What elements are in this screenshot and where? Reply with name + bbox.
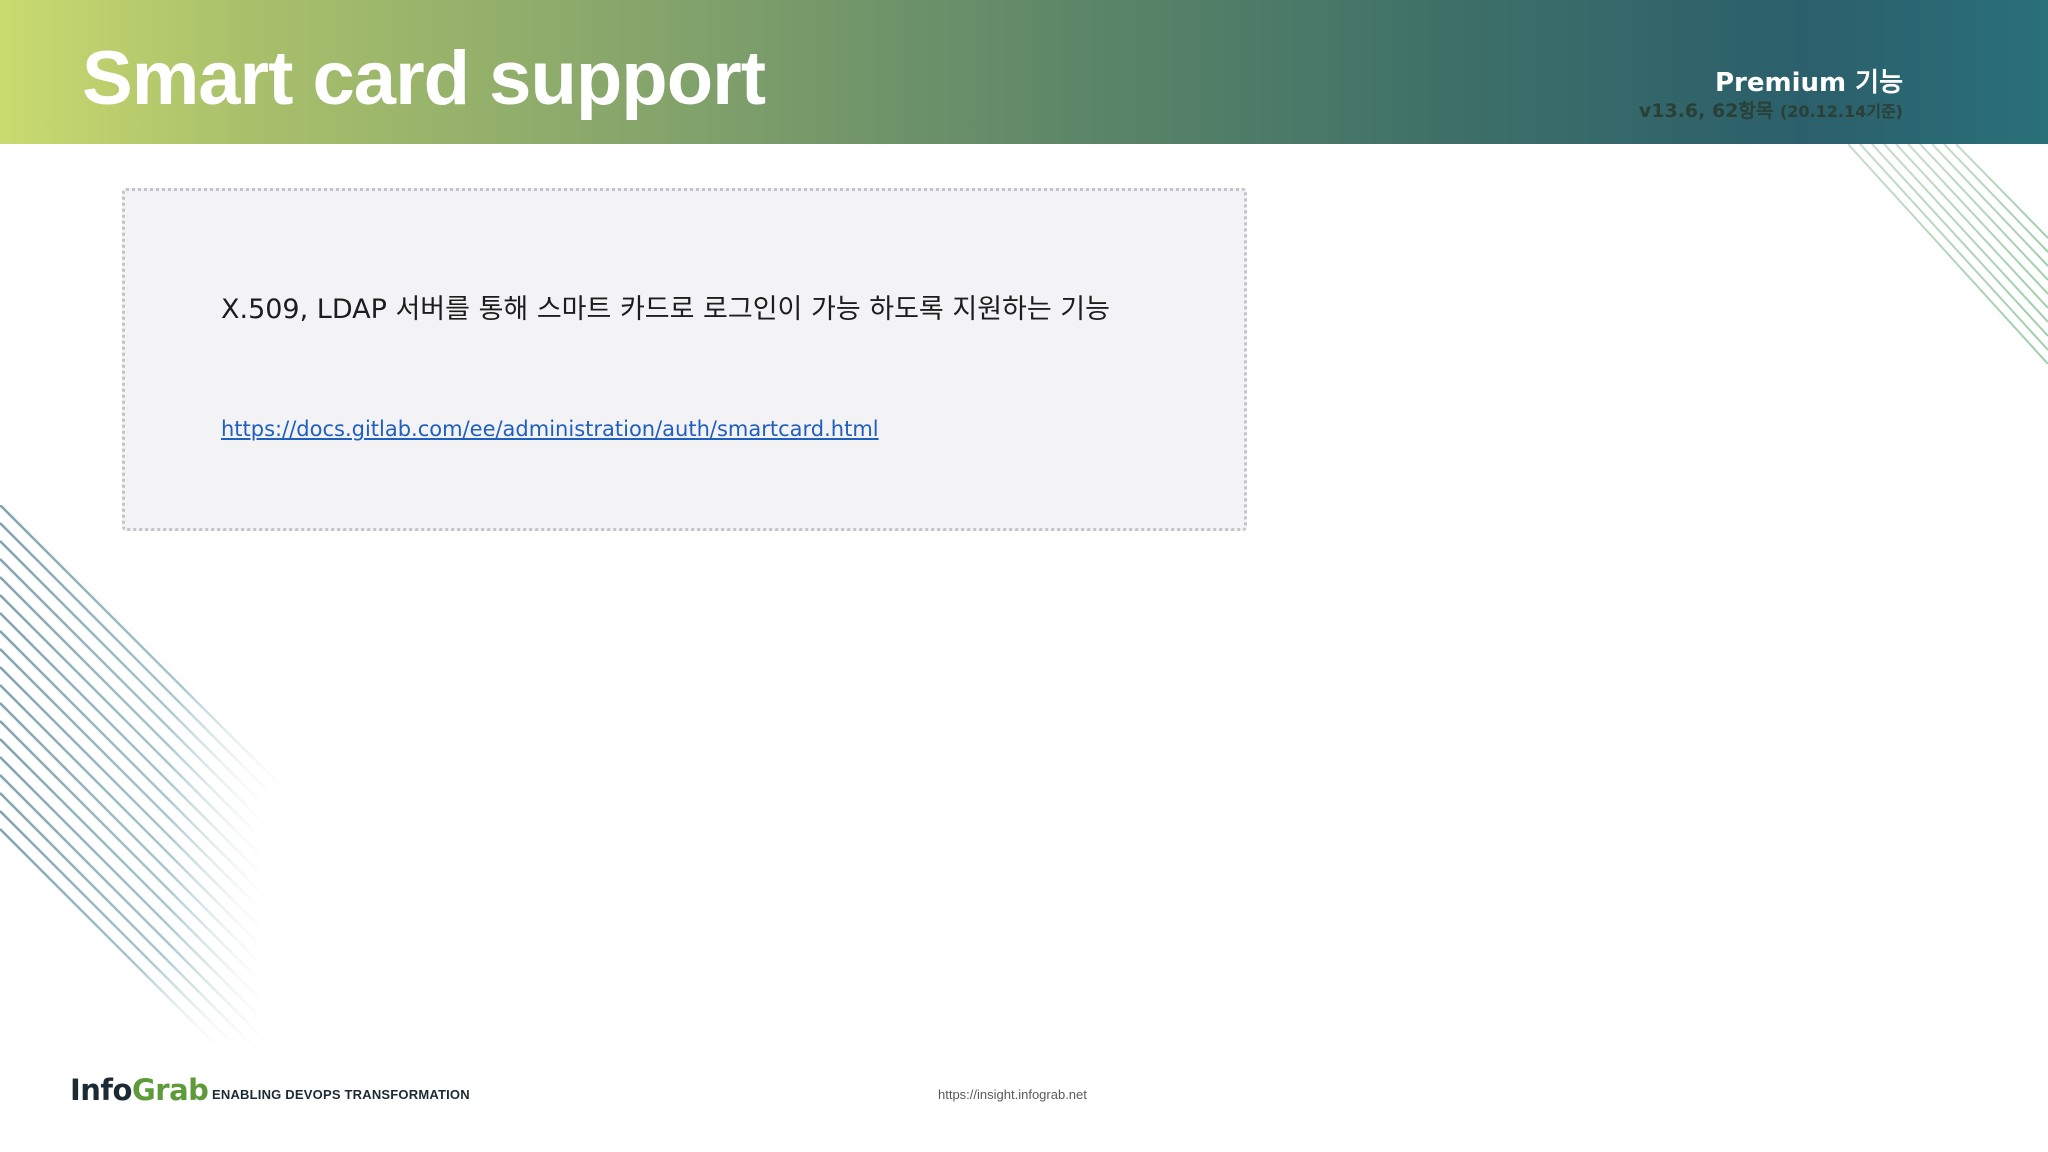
docs-link[interactable]: https://docs.gitlab.com/ee/administratio… — [221, 417, 879, 441]
logo-grab-text: Grab — [131, 1073, 209, 1107]
feature-description: X.509, LDAP 서버를 통해 스마트 카드로 로그인이 가능 하도록 지… — [221, 294, 1110, 325]
version-label: v13.6, 62항목 (20.12.14기준) — [1639, 96, 1903, 123]
tagline: ENABLING DEVOPS TRANSFORMATION — [212, 1087, 470, 1102]
tier-label: Premium 기능 — [1714, 68, 1903, 98]
header-banner: Smart card support Premium 기능 v13.6, 62항… — [0, 0, 2048, 144]
version-date: (20.12.14기준) — [1779, 102, 1903, 121]
decorative-lines-right — [1848, 144, 2048, 364]
page-title: Smart card support — [82, 36, 766, 121]
version-text: v13.6, 62항목 — [1638, 100, 1774, 122]
footer-url: https://insight.infograb.net — [938, 1087, 1087, 1102]
feature-card: X.509, LDAP 서버를 통해 스마트 카드로 로그인이 가능 하도록 지… — [122, 188, 1247, 531]
decorative-lines-left — [0, 505, 300, 1064]
logo-info-text: Info — [70, 1073, 132, 1107]
infograb-logo: InfoGrab — [70, 1073, 209, 1107]
